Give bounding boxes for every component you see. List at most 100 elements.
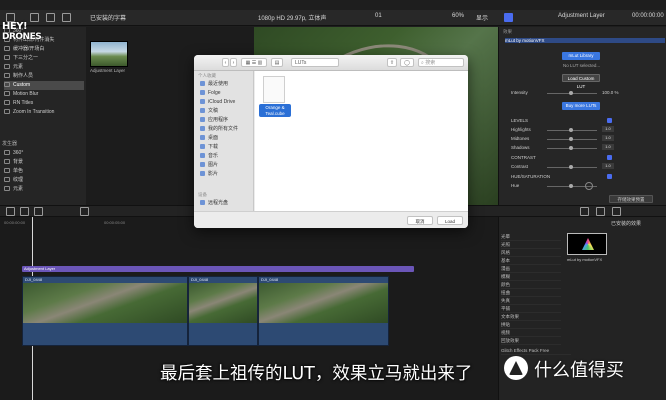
dialog-sidebar-item[interactable]: 下载 [200, 143, 218, 151]
select-tool-icon[interactable] [80, 207, 89, 216]
midtones-slider[interactable] [547, 137, 597, 141]
effects-category[interactable]: 光晕 [501, 233, 561, 241]
dialog-sidebar-item[interactable]: 最近使用 [200, 80, 228, 88]
levels-heading: LEVELS [511, 118, 529, 123]
effects-category[interactable]: 文本效果 [501, 313, 561, 321]
sidebar-item[interactable]: RN Titles [4, 99, 84, 108]
effects-category[interactable]: 拼贴 [501, 321, 561, 329]
intensity-value[interactable]: 100.0 % [602, 90, 619, 95]
sidebar-section-generators[interactable]: 发生器 [2, 140, 17, 147]
intensity-slider[interactable] [547, 91, 597, 95]
hue-saturation-checkbox[interactable] [607, 174, 612, 179]
folder-icon [4, 82, 10, 88]
path-popup[interactable]: LUTs [291, 58, 339, 67]
buy-more-luts-button[interactable]: Buy more LUTs [562, 102, 600, 110]
back-button[interactable]: ‹ [222, 58, 229, 67]
effects-category[interactable]: 模糊 [501, 273, 561, 281]
mlut-effect-label: mLut by motionVFX [567, 257, 603, 262]
sidebar-item[interactable]: 制作人员 [4, 72, 84, 81]
logo-line2: DRONES [2, 32, 42, 42]
generators-icon[interactable] [62, 13, 71, 22]
plugin-header[interactable]: mLut by motionVFX [505, 38, 665, 43]
dialog-sidebar-item[interactable]: 影片 [200, 170, 218, 178]
contrast-checkbox[interactable] [607, 155, 612, 160]
inspector-icon[interactable] [504, 13, 513, 22]
sidebar-item-custom[interactable]: Custom [4, 81, 84, 90]
hue-wheel-icon[interactable] [585, 182, 593, 190]
dialog-sidebar-item[interactable]: iCloud Drive [200, 98, 235, 106]
effects-category[interactable]: 颜色 [501, 281, 561, 289]
dialog-sidebar-item[interactable]: 应用程序 [200, 116, 228, 124]
effects-browser-icon[interactable] [596, 207, 605, 216]
midtones-value[interactable]: 1.0 [602, 135, 614, 141]
effects-category[interactable]: 光照 [501, 241, 561, 249]
effects-category[interactable]: 视频 [501, 329, 561, 337]
sidebar-sub-item[interactable]: 纹理 [4, 176, 84, 185]
effects-category[interactable]: 风格 [501, 249, 561, 257]
inspector-timecode: 00:00:00:00 [632, 13, 664, 19]
sidebar-sub-item[interactable]: 元素 [4, 185, 84, 194]
adjustment-layer-clip[interactable]: Adjustment Layer [22, 266, 414, 272]
dialog-sidebar-item[interactable]: 远程光盘 [200, 199, 228, 207]
shadows-slider[interactable] [547, 146, 597, 150]
effects-category[interactable]: 平铺 [501, 305, 561, 313]
dialog-sidebar-item[interactable]: 图片 [200, 161, 218, 169]
tag-icon[interactable]: ◯ [400, 58, 414, 67]
titles-icon[interactable] [46, 13, 55, 22]
append-clip-icon[interactable] [34, 207, 43, 216]
highlights-slider[interactable] [547, 128, 597, 132]
timeline-clip[interactable]: DJI_0448 [22, 276, 188, 346]
selected-file-name[interactable]: Orange & Teal.cube [259, 104, 291, 117]
dialog-sidebar-item[interactable]: 文稿 [200, 107, 218, 115]
sidebar-sub-item[interactable]: 背景 [4, 158, 84, 167]
timeline-clip[interactable]: DJI_0448 [188, 276, 258, 346]
contrast-slider[interactable] [547, 165, 597, 169]
cancel-button[interactable]: 取消 [407, 216, 433, 225]
effects-category[interactable]: 失真 [501, 297, 561, 305]
sidebar-item[interactable]: 下三分之一 [4, 54, 84, 63]
sidebar-sub-item[interactable]: 360° [4, 149, 84, 158]
effects-category[interactable]: 扭曲 [501, 289, 561, 297]
hue-label: Hue [511, 183, 520, 188]
inspector-section: 效果 [503, 29, 512, 34]
shadows-value[interactable]: 1.0 [602, 144, 614, 150]
sidebar-item[interactable]: Zoom In Transition [4, 108, 84, 117]
transitions-icon[interactable] [612, 207, 621, 216]
dialog-sidebar-item[interactable]: Folge [200, 89, 221, 97]
dialog-sidebar-item[interactable]: 我的所有文件 [200, 125, 238, 133]
file-list: Orange & Teal.cube [255, 71, 468, 211]
mlut-effect-thumbnail[interactable] [567, 233, 607, 255]
gallery-view-button[interactable]: ▤ [271, 58, 283, 67]
cube-file-icon[interactable] [263, 76, 285, 103]
load-button[interactable]: Load [437, 216, 463, 225]
highlights-value[interactable]: 1.0 [602, 126, 614, 132]
effects-category[interactable]: 回放效果 [501, 337, 561, 345]
audio-icon[interactable] [580, 207, 589, 216]
forward-button[interactable]: › [230, 58, 237, 67]
smzdm-logo-mark [509, 361, 523, 375]
timeline-clip[interactable]: DJI_0448 [258, 276, 389, 346]
load-custom-lut-button[interactable]: Load Custom LUT [562, 74, 600, 89]
dialog-sidebar-item[interactable]: 音乐 [200, 152, 218, 160]
insert-clip-icon[interactable] [20, 207, 29, 216]
view-menu[interactable]: 显示 [476, 13, 488, 22]
levels-checkbox[interactable] [607, 118, 612, 123]
sidebar-sub-item[interactable]: 单色 [4, 167, 84, 176]
effects-category[interactable]: 漫画 [501, 265, 561, 273]
no-lut-label: No LUT selected... [563, 63, 601, 68]
save-effects-preset-button[interactable]: 存储效果预置 [609, 195, 653, 203]
search-field[interactable]: ⌕ 搜索 [418, 58, 464, 67]
share-icon[interactable]: ⇪ [387, 58, 397, 67]
contrast-value[interactable]: 1.0 [602, 163, 614, 169]
view-mode-buttons[interactable]: ▦ ☰ ▥ [241, 58, 267, 67]
mlut-library-button[interactable]: mLut Library [562, 52, 600, 60]
dialog-sidebar-item[interactable]: 桌面 [200, 134, 218, 142]
photos-icon[interactable] [30, 13, 39, 22]
adjustment-layer-thumbnail[interactable] [90, 41, 128, 67]
folder-icon [200, 90, 205, 96]
zoom-level[interactable]: 60% [452, 13, 464, 19]
sidebar-item[interactable]: Motion Blur [4, 90, 84, 99]
effects-category[interactable]: 基本 [501, 257, 561, 265]
sidebar-item[interactable]: 元素 [4, 63, 84, 72]
connect-clip-icon[interactable] [6, 207, 15, 216]
